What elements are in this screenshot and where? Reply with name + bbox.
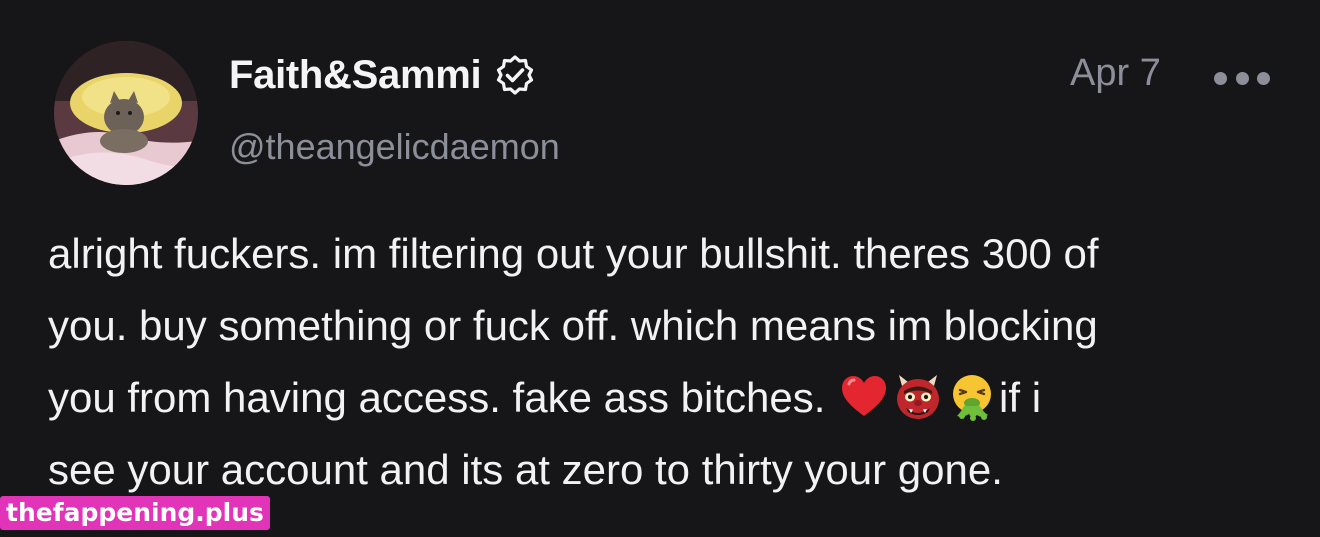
avatar[interactable] [54,41,198,185]
red-heart-emoji [839,372,889,422]
post-body-text: you from having access. fake ass bitches… [48,374,838,421]
display-name[interactable]: Faith&Sammi [229,53,482,98]
post-card: Faith&Sammi @theangelicdaemon Apr 7 alri… [0,0,1320,537]
post-timestamp[interactable]: Apr 7 [1070,52,1161,95]
watermark: thefappening.plus [0,496,270,530]
post-body: alright fuckers. im filtering out your b… [48,218,1288,506]
more-dot [1257,71,1270,85]
more-dot [1235,71,1249,85]
cat-photo-avatar [54,41,198,185]
author-row: Faith&Sammi [229,50,537,100]
post-body-line: alright fuckers. im filtering out your b… [48,230,1099,277]
vomiting-face-emoji [947,372,997,422]
post-body-line: you from having access. fake ass bitches… [48,362,1288,434]
ogre-emoji [893,372,943,422]
post-body-line: you. buy something or fuck off. which me… [48,302,1098,349]
more-horizontal-icon[interactable] [1214,66,1270,90]
verified-badge-icon [493,53,537,97]
more-dot [1214,71,1227,85]
author-handle[interactable]: @theangelicdaemon [229,126,560,168]
post-body-text: if i [999,374,1042,421]
